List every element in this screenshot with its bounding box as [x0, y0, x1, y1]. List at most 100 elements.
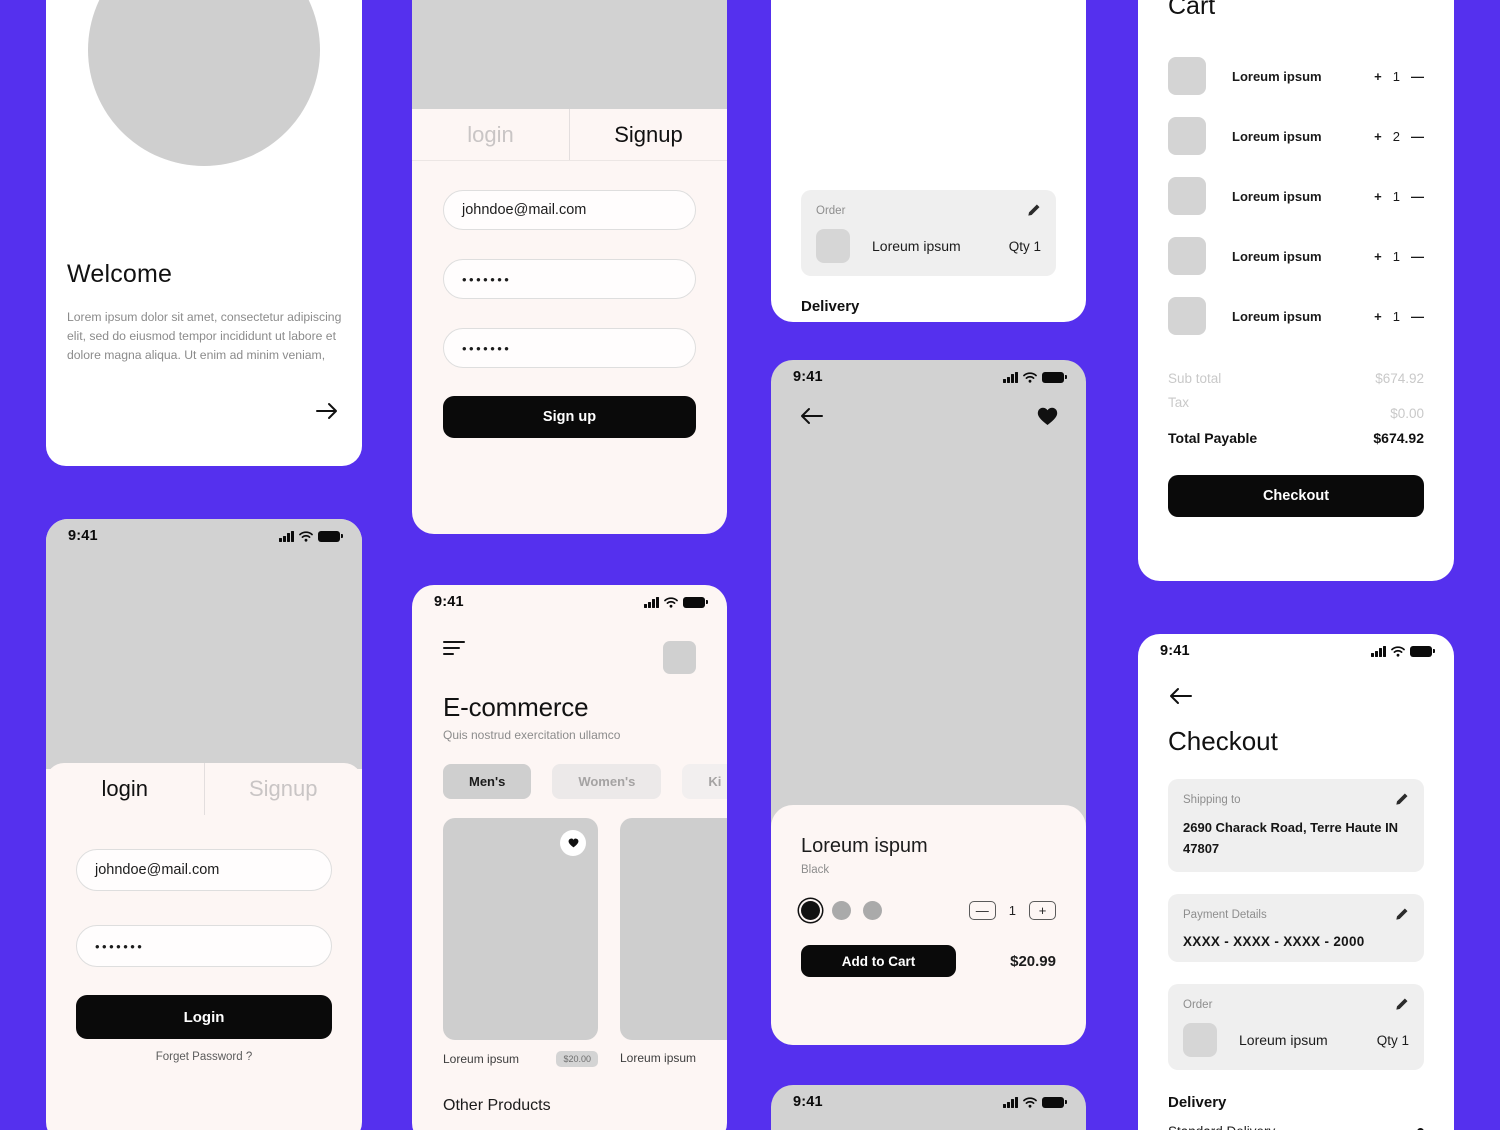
decrease-qty-button[interactable]: — [1411, 249, 1424, 264]
auth-tabs: login Signup [46, 763, 362, 815]
increase-qty-button[interactable]: + [1374, 309, 1382, 324]
decrease-qty-button[interactable]: — [1411, 129, 1424, 144]
product-card[interactable]: Loreum ipsum [620, 818, 727, 1067]
delivery-option-label: Standard Delivery [1168, 1124, 1275, 1130]
confirm-password-field[interactable]: ••••••• [443, 328, 696, 368]
screens-board: Welcome Lorem ipsum dolor sit amet, cons… [0, 0, 1500, 1130]
increase-qty-button[interactable]: + [1374, 189, 1382, 204]
shipping-address: 2690 Charack Road, Terre Haute IN 47807 [1183, 820, 1399, 856]
subtotal-label: Sub total [1168, 371, 1222, 386]
order-label: Order [1183, 998, 1213, 1011]
list-item[interactable]: Loreum ipsum + 2 — [1168, 117, 1424, 155]
quantity-value: 1 [1008, 903, 1016, 918]
order-item-name: Loreum ipsum [872, 238, 961, 254]
detail-navbar [771, 394, 1086, 426]
list-item[interactable]: Loreum ipsum + 1 — [1168, 297, 1424, 335]
login-screen: 9:41 login Signup johndoe@mail.com •••••… [46, 519, 362, 1130]
battery-icon [1042, 1096, 1067, 1108]
battery-icon [318, 530, 343, 542]
login-button[interactable]: Login [76, 995, 332, 1039]
signal-icon [1003, 371, 1018, 383]
pencil-icon[interactable] [1394, 907, 1409, 922]
partial-screen-preview: 9:41 [771, 1085, 1086, 1130]
tax-value: $0.00 [1390, 406, 1424, 421]
product-price: $20.00 [556, 1051, 598, 1067]
list-item[interactable]: Loreum ipsum + 1 — [1168, 177, 1424, 215]
add-to-cart-button[interactable]: Add to Cart [801, 945, 956, 977]
status-time: 9:41 [1160, 643, 1190, 659]
swatch-black[interactable] [801, 901, 820, 920]
signup-hero-placeholder [412, 0, 727, 109]
pencil-icon[interactable] [1394, 997, 1409, 1012]
email-field[interactable]: johndoe@mail.com [76, 849, 332, 891]
forget-password-link[interactable]: Forget Password ? [76, 1051, 332, 1063]
checkout-button[interactable]: Checkout [1168, 475, 1424, 517]
ecommerce-home-screen: 9:41 E-commerce Quis nostrud exercitatio… [412, 585, 727, 1130]
list-item[interactable]: Loreum ipsum + 1 — [1168, 57, 1424, 95]
payment-card-number: XXXX - XXXX - XXXX - 2000 [1183, 934, 1365, 949]
subtotal-value: $674.92 [1375, 371, 1424, 386]
total-label: Total Payable [1168, 430, 1258, 446]
signup-button[interactable]: Sign up [443, 396, 696, 438]
status-time: 9:41 [68, 528, 98, 544]
tax-row: Tax $0.00 [1168, 395, 1424, 421]
decrement-button[interactable]: — [968, 901, 996, 920]
cart-item-qty-control: + 1 — [1374, 189, 1424, 204]
pencil-icon[interactable] [1026, 203, 1041, 218]
password-field[interactable]: ••••••• [76, 925, 332, 967]
decrease-qty-button[interactable]: — [1411, 309, 1424, 324]
arrow-right-icon[interactable] [314, 398, 340, 424]
login-form: johndoe@mail.com ••••••• Login Forget Pa… [46, 849, 362, 1063]
detail-options-row: — 1 + [801, 901, 1056, 920]
list-item[interactable]: Loreum ipsum + 1 — [1168, 237, 1424, 275]
cart-screen: Cart Loreum ipsum + 1 — Loreum ipsum + 2… [1138, 0, 1454, 581]
increase-qty-button[interactable]: + [1374, 129, 1382, 144]
hamburger-icon[interactable] [443, 641, 465, 659]
delivery-option-standard[interactable]: Standard Delivery [1168, 1124, 1424, 1130]
shipping-header: Shipping to [1183, 792, 1409, 807]
swatch-grey-2[interactable] [863, 901, 882, 920]
swatch-grey-1[interactable] [832, 901, 851, 920]
cart-item-thumbnail [1168, 297, 1206, 335]
arrow-left-icon[interactable] [799, 406, 825, 426]
arrow-left-icon[interactable] [1168, 686, 1194, 706]
decrease-qty-button[interactable]: — [1411, 69, 1424, 84]
place-order-body: Order Loreum ipsum Qty 1 Delivery Standa… [771, 0, 1086, 322]
chip-kids[interactable]: Ki [682, 764, 727, 799]
total-row: Total Payable $674.92 [1168, 430, 1424, 446]
chip-womens[interactable]: Women's [552, 764, 662, 799]
checkout-body: Checkout Shipping to 2690 Charack Road, … [1138, 686, 1454, 1130]
cart-item-thumbnail [1168, 237, 1206, 275]
category-chips: Men's Women's Ki [412, 742, 727, 799]
place-order-screen: Order Loreum ipsum Qty 1 Delivery Standa… [771, 0, 1086, 322]
order-summary-card[interactable]: Order Loreum ipsum Qty 1 [1168, 984, 1424, 1070]
decrease-qty-button[interactable]: — [1411, 189, 1424, 204]
page-subtitle: Quis nostrud exercitation ullamco [443, 728, 621, 742]
product-card[interactable]: Loreum ipsum $20.00 [443, 818, 598, 1067]
order-item-qty: Qty 1 [1008, 238, 1041, 254]
heart-icon[interactable] [1037, 407, 1058, 426]
welcome-illustration [88, 0, 320, 166]
delivery-heading: Delivery [1168, 1094, 1227, 1111]
page-title: Welcome [67, 260, 173, 288]
cart-item-thumbnail [1168, 177, 1206, 215]
heart-icon[interactable] [560, 830, 586, 856]
increase-qty-button[interactable]: + [1374, 69, 1382, 84]
email-field[interactable]: johndoe@mail.com [443, 190, 696, 230]
tab-signup[interactable]: Signup [205, 763, 363, 815]
tab-login[interactable]: login [46, 763, 204, 815]
increase-qty-button[interactable]: + [1374, 249, 1382, 264]
password-field[interactable]: ••••••• [443, 259, 696, 299]
chip-mens[interactable]: Men's [443, 764, 532, 799]
cart-item-qty: 1 [1392, 308, 1400, 324]
pencil-icon[interactable] [1394, 792, 1409, 807]
product-image [443, 818, 598, 1040]
tab-login[interactable]: login [412, 109, 569, 160]
payment-card[interactable]: Payment Details XXXX - XXXX - XXXX - 200… [1168, 894, 1424, 962]
avatar[interactable] [663, 641, 696, 674]
increment-button[interactable]: + [1029, 901, 1056, 920]
tab-signup[interactable]: Signup [570, 109, 727, 160]
total-value: $674.92 [1373, 430, 1424, 446]
shipping-card[interactable]: Shipping to 2690 Charack Road, Terre Hau… [1168, 779, 1424, 872]
wifi-icon [1023, 1096, 1037, 1108]
